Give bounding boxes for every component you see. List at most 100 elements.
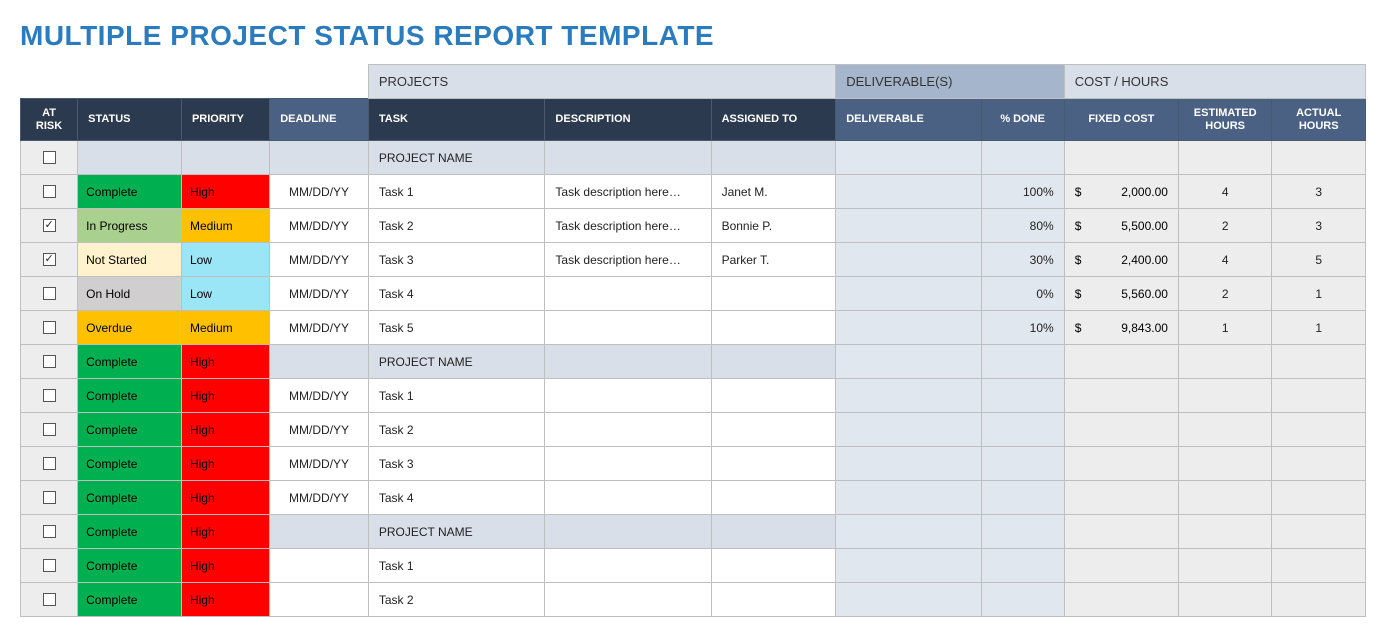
status-cell[interactable]: Not Started (78, 243, 181, 276)
est-hours-cell[interactable]: 4 (1179, 175, 1271, 208)
task-cell[interactable]: Task 2 (369, 413, 545, 446)
priority-cell[interactable]: High (182, 379, 269, 412)
assigned-to-cell[interactable] (712, 413, 836, 446)
task-cell[interactable]: Task 3 (369, 243, 545, 276)
deliverable-cell[interactable] (836, 379, 980, 412)
description-cell[interactable] (545, 447, 710, 480)
task-cell[interactable]: Task 4 (369, 481, 545, 514)
est-hours-cell[interactable] (1179, 447, 1271, 480)
deadline-cell[interactable] (270, 583, 368, 616)
fixed-cost-cell[interactable] (1065, 413, 1178, 446)
pct-done-cell[interactable] (982, 549, 1064, 582)
deliverable-cell[interactable] (836, 243, 980, 276)
assigned-to-cell[interactable] (712, 277, 836, 310)
task-cell[interactable]: Task 1 (369, 175, 545, 208)
pct-done-cell[interactable]: 0% (982, 277, 1064, 310)
assigned-to-cell[interactable] (712, 311, 836, 344)
description-cell[interactable] (545, 311, 710, 344)
pct-done-cell[interactable] (982, 413, 1064, 446)
task-cell[interactable]: Task 5 (369, 311, 545, 344)
act-hours-cell[interactable]: 3 (1272, 209, 1365, 242)
pct-done-cell[interactable] (982, 481, 1064, 514)
at-risk-checkbox[interactable] (43, 321, 56, 334)
deliverable-cell[interactable] (836, 311, 980, 344)
pct-done-cell[interactable] (982, 447, 1064, 480)
status-cell[interactable]: Complete (78, 481, 181, 514)
at-risk-checkbox[interactable] (43, 355, 56, 368)
act-hours-cell[interactable] (1272, 481, 1365, 514)
status-cell[interactable]: Complete (78, 515, 181, 548)
at-risk-checkbox[interactable] (43, 559, 56, 572)
fixed-cost-cell[interactable]: $ 5,560.00 (1065, 277, 1178, 310)
status-cell[interactable]: Overdue (78, 311, 181, 344)
deadline-cell[interactable]: MM/DD/YY (270, 175, 368, 208)
priority-cell[interactable]: Medium (182, 209, 269, 242)
priority-cell[interactable]: High (182, 175, 269, 208)
assigned-to-cell[interactable]: Janet M. (712, 175, 836, 208)
at-risk-checkbox[interactable] (43, 423, 56, 436)
priority-cell[interactable]: Medium (182, 311, 269, 344)
pct-done-cell[interactable]: 30% (982, 243, 1064, 276)
description-cell[interactable] (545, 481, 710, 514)
priority-cell[interactable]: High (182, 345, 269, 378)
deadline-cell[interactable]: MM/DD/YY (270, 379, 368, 412)
status-cell[interactable]: Complete (78, 413, 181, 446)
status-cell[interactable]: On Hold (78, 277, 181, 310)
deliverable-cell[interactable] (836, 413, 980, 446)
pct-done-cell[interactable] (982, 583, 1064, 616)
pct-done-cell[interactable]: 100% (982, 175, 1064, 208)
est-hours-cell[interactable]: 2 (1179, 277, 1271, 310)
assigned-to-cell[interactable] (712, 549, 836, 582)
fixed-cost-cell[interactable] (1065, 379, 1178, 412)
fixed-cost-cell[interactable] (1065, 481, 1178, 514)
pct-done-cell[interactable]: 80% (982, 209, 1064, 242)
deadline-cell[interactable]: MM/DD/YY (270, 413, 368, 446)
act-hours-cell[interactable]: 5 (1272, 243, 1365, 276)
act-hours-cell[interactable] (1272, 583, 1365, 616)
assigned-to-cell[interactable] (712, 379, 836, 412)
est-hours-cell[interactable] (1179, 413, 1271, 446)
at-risk-checkbox[interactable]: ✓ (43, 253, 56, 266)
status-cell[interactable]: Complete (78, 583, 181, 616)
assigned-to-cell[interactable]: Parker T. (712, 243, 836, 276)
deliverable-cell[interactable] (836, 447, 980, 480)
description-cell[interactable] (545, 277, 710, 310)
act-hours-cell[interactable] (1272, 549, 1365, 582)
est-hours-cell[interactable] (1179, 481, 1271, 514)
est-hours-cell[interactable] (1179, 379, 1271, 412)
task-cell[interactable]: Task 4 (369, 277, 545, 310)
assigned-to-cell[interactable] (712, 481, 836, 514)
description-cell[interactable] (545, 413, 710, 446)
deadline-cell[interactable]: MM/DD/YY (270, 243, 368, 276)
act-hours-cell[interactable] (1272, 447, 1365, 480)
at-risk-checkbox[interactable] (43, 151, 56, 164)
priority-cell[interactable]: High (182, 481, 269, 514)
deliverable-cell[interactable] (836, 277, 980, 310)
act-hours-cell[interactable] (1272, 379, 1365, 412)
deadline-cell[interactable]: MM/DD/YY (270, 481, 368, 514)
est-hours-cell[interactable]: 2 (1179, 209, 1271, 242)
deliverable-cell[interactable] (836, 549, 980, 582)
assigned-to-cell[interactable] (712, 447, 836, 480)
at-risk-checkbox[interactable] (43, 491, 56, 504)
deadline-cell[interactable]: MM/DD/YY (270, 447, 368, 480)
assigned-to-cell[interactable] (712, 583, 836, 616)
fixed-cost-cell[interactable] (1065, 447, 1178, 480)
fixed-cost-cell[interactable]: $ 5,500.00 (1065, 209, 1178, 242)
at-risk-checkbox[interactable] (43, 525, 56, 538)
description-cell[interactable] (545, 549, 710, 582)
at-risk-checkbox[interactable] (43, 185, 56, 198)
status-cell[interactable]: In Progress (78, 209, 181, 242)
act-hours-cell[interactable]: 1 (1272, 277, 1365, 310)
fixed-cost-cell[interactable]: $ 9,843.00 (1065, 311, 1178, 344)
task-cell[interactable]: Task 1 (369, 549, 545, 582)
task-cell[interactable]: Task 1 (369, 379, 545, 412)
deliverable-cell[interactable] (836, 175, 980, 208)
priority-cell[interactable]: High (182, 447, 269, 480)
deliverable-cell[interactable] (836, 583, 980, 616)
description-cell[interactable] (545, 379, 710, 412)
fixed-cost-cell[interactable] (1065, 583, 1178, 616)
task-cell[interactable]: Task 2 (369, 209, 545, 242)
fixed-cost-cell[interactable]: $ 2,400.00 (1065, 243, 1178, 276)
deadline-cell[interactable]: MM/DD/YY (270, 209, 368, 242)
